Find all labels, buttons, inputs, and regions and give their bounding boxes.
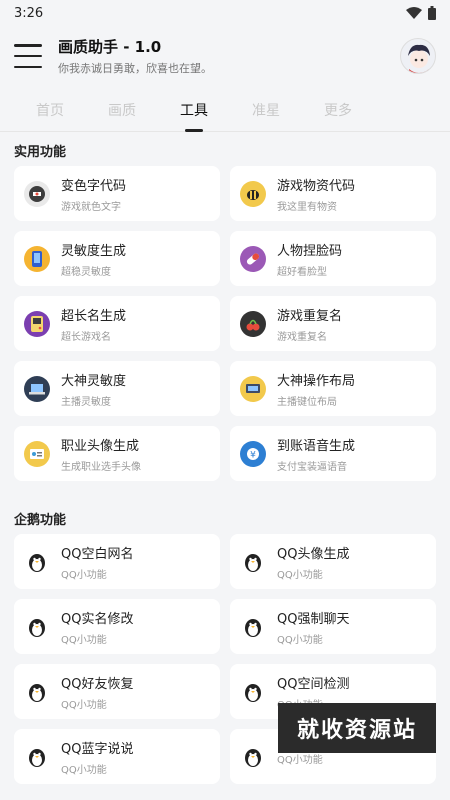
card-subtitle: 我这里有物资: [277, 201, 337, 213]
card-subtitle: QQ小功能: [61, 634, 107, 646]
card-title: QQ头像生成: [277, 546, 350, 562]
avatar[interactable]: [400, 38, 436, 74]
laptop-icon: [24, 375, 50, 402]
card-subtitle: 游戏重复名: [277, 331, 327, 343]
card-payment-voice[interactable]: ¥ 到账语音生成支付宝装逼语音: [230, 426, 436, 481]
capsule-icon: [240, 245, 266, 272]
app-subtitle: 你我赤诚日勇敢，欣喜也在望。: [58, 62, 212, 75]
card-subtitle: 支付宝装逼语音: [277, 461, 347, 473]
card-pro-layout[interactable]: 大神操作布局主播键位布局: [230, 361, 436, 416]
cherries-icon: [240, 310, 266, 337]
card-subtitle: QQ小功能: [277, 634, 323, 646]
penguin-icon: [24, 679, 50, 705]
payment-icon: ¥: [240, 440, 266, 467]
app-bar: 画质助手 - 1.0 你我赤诚日勇敢，欣喜也在望。: [0, 28, 450, 84]
penguin-icon: [24, 614, 50, 640]
card-title: 大神灵敏度: [61, 373, 127, 389]
card-color-text[interactable]: 变色字代码游戏就色文字: [14, 166, 220, 221]
card-sensitivity[interactable]: 灵敏度生成超稳灵敏度: [14, 231, 220, 286]
bee-icon: [240, 180, 266, 207]
card-qq-blue-post[interactable]: QQ蓝字说说 QQ小功能: [14, 729, 220, 784]
card-title: 游戏重复名: [277, 308, 343, 324]
card-subtitle: 主播灵敏度: [61, 396, 111, 408]
tab-crosshair[interactable]: 准星: [230, 92, 302, 132]
card-subtitle: QQ小功能: [277, 569, 323, 581]
battery-icon: [428, 6, 436, 20]
card-subtitle: QQ小功能: [61, 569, 107, 581]
svg-text:¥: ¥: [250, 450, 256, 460]
phone-icon: [24, 245, 50, 272]
card-subtitle: 生成职业选手头像: [61, 461, 141, 473]
card-title: QQ空间检测: [277, 676, 350, 692]
status-icons: [406, 6, 436, 20]
penguin-icon: [24, 744, 50, 770]
card-pro-sensitivity[interactable]: 大神灵敏度主播灵敏度: [14, 361, 220, 416]
card-title: 职业头像生成: [61, 438, 140, 454]
penguin-icon: [240, 614, 266, 640]
wifi-icon: [406, 7, 422, 19]
card-subtitle: 超稳灵敏度: [61, 266, 111, 278]
id-card-icon: [24, 440, 50, 467]
utility-grid: 变色字代码游戏就色文字 游戏物资代码我这里有物资 灵敏度生成超稳灵敏度 人物捏脸…: [14, 166, 436, 481]
tab-quality[interactable]: 画质: [86, 92, 158, 132]
card-subtitle: 超好看脸型: [277, 266, 327, 278]
card-qq-realname[interactable]: QQ实名修改 QQ小功能: [14, 599, 220, 654]
card-duplicate-name[interactable]: 游戏重复名 游戏重复名: [230, 296, 436, 351]
section-title-utility: 实用功能: [14, 145, 67, 160]
menu-icon[interactable]: [14, 44, 42, 68]
card-title: 游戏物资代码: [277, 178, 356, 194]
layout-icon: [240, 375, 266, 402]
card-title: 灵敏度生成: [61, 243, 127, 259]
tab-home[interactable]: 首页: [14, 92, 86, 132]
card-qq-friend-restore[interactable]: QQ好友恢复 QQ小功能: [14, 664, 220, 719]
card-subtitle: QQ小功能: [61, 699, 107, 711]
card-qq-blank-name[interactable]: QQ空白网名 QQ小功能: [14, 534, 220, 589]
card-title: 到账语音生成: [277, 438, 356, 454]
title-block: 画质助手 - 1.0 你我赤诚日勇敢，欣喜也在望。: [58, 36, 400, 76]
card-qq-avatar[interactable]: QQ头像生成 QQ小功能: [230, 534, 436, 589]
card-subtitle: QQ小功能: [277, 755, 323, 766]
card-pro-avatar[interactable]: 职业头像生成生成职业选手头像: [14, 426, 220, 481]
card-long-name[interactable]: 超长名生成超长游戏名: [14, 296, 220, 351]
card-title: 大神操作布局: [277, 373, 356, 389]
card-game-items[interactable]: 游戏物资代码我这里有物资: [230, 166, 436, 221]
app-title: 画质助手 - 1.0: [58, 38, 162, 56]
card-title: QQ实名修改: [61, 611, 134, 627]
penguin-icon: [24, 549, 50, 575]
card-subtitle: 主播键位布局: [277, 396, 337, 408]
watermark: 就收资源站: [278, 703, 436, 753]
penguin-icon: [240, 679, 266, 705]
card-subtitle: QQ小功能: [61, 764, 107, 776]
tab-bar: 首页 画质 工具 准星 更多: [0, 92, 450, 132]
status-bar: 3:26: [0, 0, 450, 26]
penguin-icon: [240, 744, 266, 770]
card-title: QQ空白网名: [61, 546, 134, 562]
gameboy-icon: [24, 310, 50, 337]
card-subtitle: 超长游戏名: [61, 331, 111, 343]
section-title-qq: 企鹅功能: [14, 513, 67, 528]
tab-tools[interactable]: 工具: [158, 92, 230, 132]
tab-more[interactable]: 更多: [302, 92, 374, 132]
color-text-icon: [24, 180, 50, 207]
card-qq-force-chat[interactable]: QQ强制聊天 QQ小功能: [230, 599, 436, 654]
penguin-icon: [240, 549, 266, 575]
card-face-code[interactable]: 人物捏脸码超好看脸型: [230, 231, 436, 286]
card-title: QQ好友恢复: [61, 676, 134, 692]
card-title: QQ蓝字说说: [61, 741, 134, 757]
card-title: 变色字代码: [61, 178, 127, 194]
card-subtitle: 游戏就色文字: [61, 201, 121, 213]
card-title: QQ强制聊天: [277, 611, 350, 627]
card-title: 人物捏脸码: [277, 243, 343, 259]
status-time: 3:26: [14, 5, 44, 21]
card-title: 超长名生成: [61, 308, 127, 324]
